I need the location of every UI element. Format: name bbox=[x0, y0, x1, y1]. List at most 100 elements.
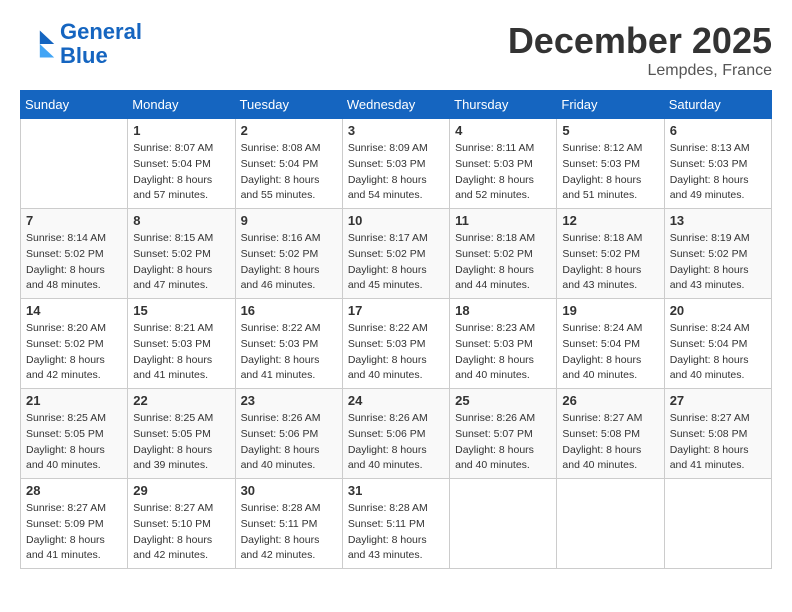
day-number: 23 bbox=[241, 393, 337, 408]
day-number: 27 bbox=[670, 393, 766, 408]
calendar-cell bbox=[664, 479, 771, 569]
calendar-cell bbox=[450, 479, 557, 569]
calendar-cell: 1Sunrise: 8:07 AMSunset: 5:04 PMDaylight… bbox=[128, 119, 235, 209]
day-info: Sunrise: 8:25 AMSunset: 5:05 PMDaylight:… bbox=[26, 411, 122, 474]
calendar-cell: 4Sunrise: 8:11 AMSunset: 5:03 PMDaylight… bbox=[450, 119, 557, 209]
day-number: 4 bbox=[455, 123, 551, 138]
calendar-cell: 2 Sunrise: 8:08 AMSunset: 5:04 PMDaylight… bbox=[235, 119, 342, 209]
day-number: 26 bbox=[562, 393, 658, 408]
day-number: 5 bbox=[562, 123, 658, 138]
page-header: General Blue December 2025 Lempdes, Fran… bbox=[20, 20, 772, 80]
day-number: 25 bbox=[455, 393, 551, 408]
day-number: 8 bbox=[133, 213, 229, 228]
calendar-cell: 20 Sunrise: 8:24 AMSunset: 5:04 PMDayligh… bbox=[664, 299, 771, 389]
day-info: Sunrise: 8:08 AMSunset: 5:04 PMDaylight:… bbox=[241, 141, 337, 204]
calendar-week-5: 28 Sunrise: 8:27 AMSunset: 5:09 PMDayligh… bbox=[21, 479, 772, 569]
calendar-cell: 31 Sunrise: 8:28 AMSunset: 5:11 PMDayligh… bbox=[342, 479, 449, 569]
day-info: Sunrise: 8:27 AMSunset: 5:08 PMDaylight:… bbox=[670, 411, 766, 474]
day-info: Sunrise: 8:27 AMSunset: 5:10 PMDaylight:… bbox=[133, 501, 229, 564]
day-number: 18 bbox=[455, 303, 551, 318]
day-info: Sunrise: 8:24 AMSunset: 5:04 PMDaylight:… bbox=[562, 321, 658, 384]
calendar-cell: 19 Sunrise: 8:24 AMSunset: 5:04 PMDayligh… bbox=[557, 299, 664, 389]
day-number: 2 bbox=[241, 123, 337, 138]
calendar-cell: 11 Sunrise: 8:18 AMSunset: 5:02 PMDayligh… bbox=[450, 209, 557, 299]
day-info: Sunrise: 8:15 AMSunset: 5:02 PMDaylight:… bbox=[133, 231, 229, 294]
day-info: Sunrise: 8:22 AMSunset: 5:03 PMDaylight:… bbox=[348, 321, 444, 384]
day-number: 22 bbox=[133, 393, 229, 408]
day-number: 31 bbox=[348, 483, 444, 498]
day-info: Sunrise: 8:13 AMSunset: 5:03 PMDaylight:… bbox=[670, 141, 766, 204]
calendar-cell: 6 Sunrise: 8:13 AMSunset: 5:03 PMDaylight… bbox=[664, 119, 771, 209]
calendar-cell: 9 Sunrise: 8:16 AMSunset: 5:02 PMDaylight… bbox=[235, 209, 342, 299]
day-number: 9 bbox=[241, 213, 337, 228]
day-number: 13 bbox=[670, 213, 766, 228]
day-number: 30 bbox=[241, 483, 337, 498]
day-info: Sunrise: 8:26 AMSunset: 5:06 PMDaylight:… bbox=[241, 411, 337, 474]
calendar-cell: 17Sunrise: 8:22 AMSunset: 5:03 PMDayligh… bbox=[342, 299, 449, 389]
month-title: December 2025 bbox=[508, 20, 772, 62]
calendar-cell: 3 Sunrise: 8:09 AMSunset: 5:03 PMDaylight… bbox=[342, 119, 449, 209]
day-info: Sunrise: 8:27 AMSunset: 5:08 PMDaylight:… bbox=[562, 411, 658, 474]
calendar-cell: 8 Sunrise: 8:15 AMSunset: 5:02 PMDaylight… bbox=[128, 209, 235, 299]
calendar-cell: 15Sunrise: 8:21 AMSunset: 5:03 PMDayligh… bbox=[128, 299, 235, 389]
calendar-cell bbox=[557, 479, 664, 569]
day-number: 6 bbox=[670, 123, 766, 138]
day-info: Sunrise: 8:25 AMSunset: 5:05 PMDaylight:… bbox=[133, 411, 229, 474]
day-number: 28 bbox=[26, 483, 122, 498]
day-info: Sunrise: 8:14 AMSunset: 5:02 PMDaylight:… bbox=[26, 231, 122, 294]
day-number: 19 bbox=[562, 303, 658, 318]
weekday-header-tuesday: Tuesday bbox=[235, 91, 342, 119]
calendar-cell: 25 Sunrise: 8:26 AMSunset: 5:07 PMDayligh… bbox=[450, 389, 557, 479]
calendar-week-1: 1Sunrise: 8:07 AMSunset: 5:04 PMDaylight… bbox=[21, 119, 772, 209]
calendar-cell: 13 Sunrise: 8:19 AMSunset: 5:02 PMDayligh… bbox=[664, 209, 771, 299]
day-number: 3 bbox=[348, 123, 444, 138]
day-info: Sunrise: 8:07 AMSunset: 5:04 PMDaylight:… bbox=[133, 141, 229, 204]
day-info: Sunrise: 8:27 AMSunset: 5:09 PMDaylight:… bbox=[26, 501, 122, 564]
day-info: Sunrise: 8:16 AMSunset: 5:02 PMDaylight:… bbox=[241, 231, 337, 294]
logo-line2: Blue bbox=[60, 43, 108, 68]
day-info: Sunrise: 8:24 AMSunset: 5:04 PMDaylight:… bbox=[670, 321, 766, 384]
calendar-cell: 23 Sunrise: 8:26 AMSunset: 5:06 PMDayligh… bbox=[235, 389, 342, 479]
weekday-header-thursday: Thursday bbox=[450, 91, 557, 119]
calendar-cell: 26 Sunrise: 8:27 AMSunset: 5:08 PMDayligh… bbox=[557, 389, 664, 479]
day-number: 12 bbox=[562, 213, 658, 228]
weekday-header-monday: Monday bbox=[128, 91, 235, 119]
weekday-header-row: SundayMondayTuesdayWednesdayThursdayFrid… bbox=[21, 91, 772, 119]
day-info: Sunrise: 8:23 AMSunset: 5:03 PMDaylight:… bbox=[455, 321, 551, 384]
logo-line1: General bbox=[60, 19, 142, 44]
day-info: Sunrise: 8:09 AMSunset: 5:03 PMDaylight:… bbox=[348, 141, 444, 204]
calendar-table: SundayMondayTuesdayWednesdayThursdayFrid… bbox=[20, 90, 772, 569]
calendar-week-4: 21Sunrise: 8:25 AMSunset: 5:05 PMDayligh… bbox=[21, 389, 772, 479]
calendar-cell: 18 Sunrise: 8:23 AMSunset: 5:03 PMDayligh… bbox=[450, 299, 557, 389]
calendar-cell: 30 Sunrise: 8:28 AMSunset: 5:11 PMDayligh… bbox=[235, 479, 342, 569]
day-info: Sunrise: 8:26 AMSunset: 5:06 PMDaylight:… bbox=[348, 411, 444, 474]
calendar-week-2: 7 Sunrise: 8:14 AMSunset: 5:02 PMDaylight… bbox=[21, 209, 772, 299]
day-number: 29 bbox=[133, 483, 229, 498]
day-info: Sunrise: 8:26 AMSunset: 5:07 PMDaylight:… bbox=[455, 411, 551, 474]
day-info: Sunrise: 8:28 AMSunset: 5:11 PMDaylight:… bbox=[241, 501, 337, 564]
calendar-cell: 29 Sunrise: 8:27 AMSunset: 5:10 PMDayligh… bbox=[128, 479, 235, 569]
day-number: 7 bbox=[26, 213, 122, 228]
logo-icon bbox=[20, 26, 56, 62]
day-number: 20 bbox=[670, 303, 766, 318]
weekday-header-wednesday: Wednesday bbox=[342, 91, 449, 119]
calendar-cell: 22 Sunrise: 8:25 AMSunset: 5:05 PMDayligh… bbox=[128, 389, 235, 479]
day-info: Sunrise: 8:20 AMSunset: 5:02 PMDaylight:… bbox=[26, 321, 122, 384]
logo-text: General Blue bbox=[60, 20, 142, 68]
calendar-cell: 10Sunrise: 8:17 AMSunset: 5:02 PMDayligh… bbox=[342, 209, 449, 299]
day-number: 14 bbox=[26, 303, 122, 318]
calendar-cell: 5Sunrise: 8:12 AMSunset: 5:03 PMDaylight… bbox=[557, 119, 664, 209]
day-info: Sunrise: 8:28 AMSunset: 5:11 PMDaylight:… bbox=[348, 501, 444, 564]
weekday-header-friday: Friday bbox=[557, 91, 664, 119]
day-info: Sunrise: 8:18 AMSunset: 5:02 PMDaylight:… bbox=[455, 231, 551, 294]
calendar-cell: 24 Sunrise: 8:26 AMSunset: 5:06 PMDayligh… bbox=[342, 389, 449, 479]
day-info: Sunrise: 8:19 AMSunset: 5:02 PMDaylight:… bbox=[670, 231, 766, 294]
day-number: 16 bbox=[241, 303, 337, 318]
day-number: 24 bbox=[348, 393, 444, 408]
calendar-cell bbox=[21, 119, 128, 209]
day-number: 11 bbox=[455, 213, 551, 228]
logo: General Blue bbox=[20, 20, 142, 68]
calendar-cell: 12 Sunrise: 8:18 AMSunset: 5:02 PMDayligh… bbox=[557, 209, 664, 299]
calendar-cell: 21Sunrise: 8:25 AMSunset: 5:05 PMDayligh… bbox=[21, 389, 128, 479]
day-info: Sunrise: 8:18 AMSunset: 5:02 PMDaylight:… bbox=[562, 231, 658, 294]
